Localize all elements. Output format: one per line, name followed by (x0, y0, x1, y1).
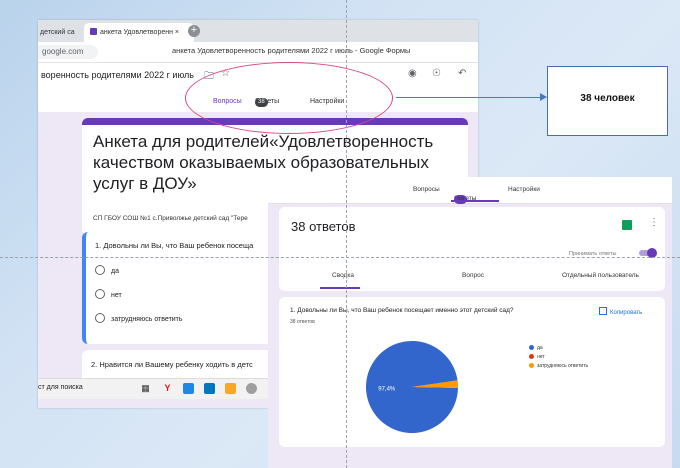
store-icon[interactable] (204, 383, 215, 394)
callout-arrow-head-icon (540, 93, 547, 101)
radio-icon[interactable] (95, 313, 105, 323)
radio-option-unsure[interactable]: затрудняюсь ответить (95, 313, 183, 323)
radio-icon[interactable] (95, 265, 105, 275)
legend-swatch (529, 345, 534, 350)
window-title: анкета Удовлетворенность родителями 2022… (172, 46, 411, 55)
new-tab-button[interactable]: + (188, 25, 200, 37)
tab-questions[interactable]: Вопросы (413, 186, 440, 193)
radio-option-no[interactable]: нет (95, 289, 122, 299)
summary-response-count: 38 ответов (290, 319, 315, 325)
explorer-icon[interactable] (225, 383, 236, 394)
subtab-underline (320, 287, 360, 289)
more-options-icon[interactable]: ⋮ (649, 217, 659, 228)
vertical-guide-line (346, 0, 347, 468)
legend-item-yes: да (529, 345, 543, 351)
preview-eye-icon[interactable]: ☉ (432, 68, 441, 79)
task-view-icon[interactable]: ▦ (140, 383, 151, 394)
browser-tab-bar: детский са анкета Удовлетворенн × + (38, 20, 478, 42)
pie-data-label-0: 97,4% (378, 387, 396, 393)
question-summary-card: 1. Довольны ли Вы, что Ваш ребенок посещ… (279, 297, 665, 447)
address-host[interactable]: google.com (38, 45, 98, 59)
address-bar[interactable]: google.com анкета Удовлетворенность роди… (38, 42, 478, 63)
subtab-question[interactable]: Вопрос (462, 272, 484, 279)
copy-icon (599, 307, 607, 315)
callout-text: 38 человек (580, 93, 635, 104)
browser-tab-2[interactable]: анкета Удовлетворенн × (84, 23, 194, 42)
legend-swatch (529, 354, 534, 359)
pie-chart: 97,4% (366, 341, 458, 433)
undo-icon[interactable]: ↶ (458, 68, 466, 79)
accept-responses-toggle[interactable] (639, 248, 657, 258)
subtab-individual[interactable]: Отдельный пользователь (562, 272, 639, 279)
callout-arrow-line (396, 97, 544, 98)
question-1-text: 1. Довольны ли Вы, что Ваш ребенок посещ… (95, 241, 254, 250)
responses-window: Вопросы Ответы 38 Настройки 38 ответов ⋮… (268, 177, 672, 468)
mail-icon[interactable] (183, 383, 194, 394)
form-subtitle: СП ГБОУ СОШ №1 с.Приволжье детский сад "… (93, 215, 248, 222)
callout-box: 38 человек (547, 66, 668, 136)
taskbar-search[interactable]: ст для поиска (38, 384, 83, 391)
app-icon[interactable] (246, 383, 257, 394)
form-doc-name[interactable]: воренность родителями 2022 г июль (41, 70, 194, 80)
subtab-summary[interactable]: Сводка (332, 272, 354, 279)
radio-icon[interactable] (95, 289, 105, 299)
question-2-text: 2. Нравится ли Вашему ребенку ходить в д… (91, 360, 253, 369)
summary-question-text: 1. Довольны ли Вы, что Ваш ребенок посещ… (290, 307, 514, 314)
active-tab-underline (451, 200, 499, 202)
sheets-icon[interactable] (622, 220, 632, 230)
legend-item-unsure: затрудняюсь ответить (529, 363, 588, 369)
highlight-ellipse (185, 62, 393, 134)
tab-settings[interactable]: Настройки (508, 186, 540, 193)
radio-option-yes[interactable]: да (95, 265, 119, 275)
copy-button[interactable]: Копировать (599, 307, 642, 316)
responses-tabs: Вопросы Ответы 38 Настройки (268, 177, 672, 204)
browser-tab-1[interactable]: детский са (38, 23, 86, 42)
horizontal-guide-line (0, 257, 680, 258)
palette-icon[interactable]: ◉ (408, 68, 417, 79)
forms-favicon-icon (90, 28, 97, 35)
legend-item-no: нет (529, 354, 545, 360)
legend-swatch (529, 363, 534, 368)
yandex-icon[interactable]: Y (162, 383, 173, 394)
